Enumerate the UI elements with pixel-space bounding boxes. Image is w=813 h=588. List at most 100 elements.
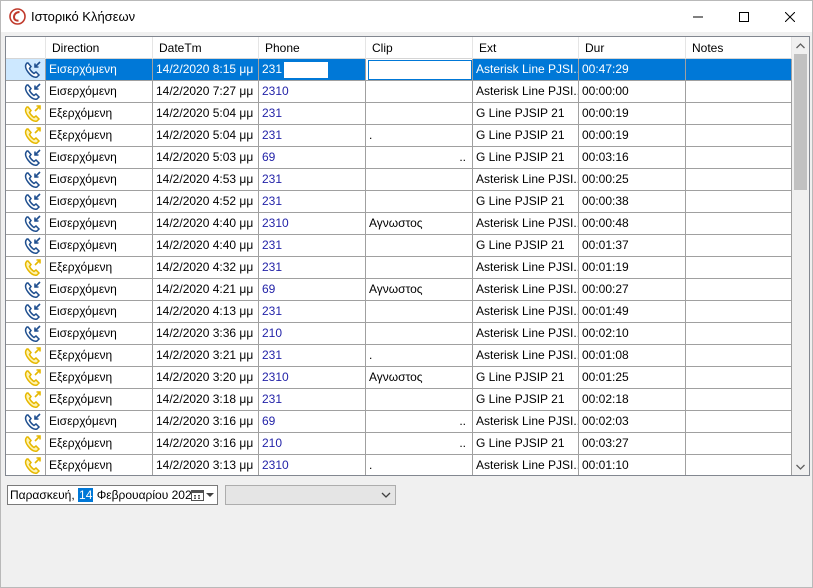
cell-date[interactable]: 14/2/2020 3:20 μμ <box>153 367 259 389</box>
scroll-up-button[interactable] <box>792 37 809 54</box>
table-row[interactable]: Εξερχόμενη 14/2/2020 5:04 μμ 231 G Line PJS… <box>6 103 792 125</box>
cell-date[interactable]: 14/2/2020 5:04 μμ <box>153 103 259 125</box>
cell-date[interactable]: 14/2/2020 5:04 μμ <box>153 125 259 147</box>
cell-date[interactable]: 14/2/2020 7:27 μμ <box>153 81 259 103</box>
row-direction-icon-cell[interactable] <box>6 301 46 323</box>
table-row[interactable]: Εισερχόμενη 14/2/2020 8:15 μμ 231 Asterisk … <box>6 59 792 81</box>
row-direction-icon-cell[interactable] <box>6 433 46 455</box>
cell-clip[interactable] <box>366 257 473 279</box>
vertical-scrollbar[interactable] <box>792 37 809 475</box>
header-ext[interactable]: Ext <box>473 37 579 59</box>
cell-ext[interactable]: Asterisk Line PJSI... <box>473 455 579 475</box>
cell-phone[interactable]: 231 <box>259 389 366 411</box>
cell-clip[interactable]: .. <box>366 147 473 169</box>
header-dur[interactable]: Dur <box>579 37 686 59</box>
cell-notes[interactable] <box>686 125 792 147</box>
cell-dur[interactable]: 00:01:19 <box>579 257 686 279</box>
cell-direction[interactable]: Εισερχόμενη <box>46 169 153 191</box>
cell-direction[interactable]: Εξερχόμενη <box>46 125 153 147</box>
cell-clip[interactable] <box>366 323 473 345</box>
row-direction-icon-cell[interactable] <box>6 279 46 301</box>
row-direction-icon-cell[interactable] <box>6 389 46 411</box>
header-icon-column[interactable] <box>6 37 46 59</box>
cell-dur[interactable]: 00:00:25 <box>579 169 686 191</box>
date-month-year[interactable]: Φεβρουαρίου 2020 <box>93 488 199 502</box>
table-row[interactable]: Εισερχόμενη 14/2/2020 4:21 μμ 69 Αγνωστος As… <box>6 279 792 301</box>
table-row[interactable]: Εξερχόμενη 14/2/2020 3:18 μμ 231 G Line PJS… <box>6 389 792 411</box>
cell-date[interactable]: 14/2/2020 4:32 μμ <box>153 257 259 279</box>
cell-notes[interactable] <box>686 455 792 475</box>
row-direction-icon-cell[interactable] <box>6 191 46 213</box>
cell-dur[interactable]: 00:03:16 <box>579 147 686 169</box>
cell-ext[interactable]: Asterisk Line PJSI... <box>473 411 579 433</box>
cell-date[interactable]: 14/2/2020 3:13 μμ <box>153 455 259 475</box>
cell-date[interactable]: 14/2/2020 3:16 μμ <box>153 411 259 433</box>
cell-date[interactable]: 14/2/2020 3:36 μμ <box>153 323 259 345</box>
cell-date[interactable]: 14/2/2020 3:18 μμ <box>153 389 259 411</box>
clip-edit-field[interactable] <box>368 60 472 80</box>
table-row[interactable]: Εξερχόμενη 14/2/2020 3:16 μμ 210.. G Line P… <box>6 433 792 455</box>
cell-clip[interactable] <box>366 235 473 257</box>
cell-phone[interactable]: 69 <box>259 147 366 169</box>
cell-ext[interactable]: G Line PJSIP 21 <box>473 389 579 411</box>
minimize-button[interactable] <box>675 1 721 32</box>
cell-notes[interactable] <box>686 411 792 433</box>
cell-direction[interactable]: Εισερχόμενη <box>46 81 153 103</box>
cell-clip[interactable] <box>366 169 473 191</box>
cell-notes[interactable] <box>686 213 792 235</box>
cell-clip[interactable] <box>366 103 473 125</box>
cell-direction[interactable]: Εξερχόμενη <box>46 389 153 411</box>
cell-phone[interactable]: 2310 <box>259 213 366 235</box>
cell-ext[interactable]: G Line PJSIP 21 <box>473 433 579 455</box>
cell-direction[interactable]: Εισερχόμενη <box>46 59 153 81</box>
cell-notes[interactable] <box>686 147 792 169</box>
cell-notes[interactable] <box>686 191 792 213</box>
cell-ext[interactable]: Asterisk Line PJSI... <box>473 279 579 301</box>
filter-combobox[interactable] <box>225 485 396 505</box>
row-direction-icon-cell[interactable] <box>6 411 46 433</box>
cell-notes[interactable] <box>686 323 792 345</box>
header-datetm[interactable]: DateTm <box>153 37 259 59</box>
table-row[interactable]: Εξερχόμενη 14/2/2020 4:32 μμ 231 Asterisk L… <box>6 257 792 279</box>
row-direction-icon-cell[interactable] <box>6 455 46 475</box>
cell-clip[interactable]: Αγνωστος <box>366 367 473 389</box>
cell-phone[interactable]: 231 <box>259 191 366 213</box>
date-day[interactable]: 14 <box>78 488 94 502</box>
cell-phone[interactable]: 2310 <box>259 367 366 389</box>
cell-ext[interactable]: Asterisk Line PJSI... <box>473 345 579 367</box>
cell-phone[interactable]: 231 <box>259 235 366 257</box>
cell-clip[interactable] <box>366 301 473 323</box>
cell-phone[interactable]: 210 <box>259 323 366 345</box>
cell-direction[interactable]: Εισερχόμενη <box>46 411 153 433</box>
cell-date[interactable]: 14/2/2020 3:16 μμ <box>153 433 259 455</box>
cell-direction[interactable]: Εισερχόμενη <box>46 147 153 169</box>
cell-ext[interactable]: G Line PJSIP 21 <box>473 235 579 257</box>
table-row[interactable]: Εισερχόμενη 14/2/2020 4:52 μμ 231 G Line PJ… <box>6 191 792 213</box>
cell-phone[interactable]: 231 <box>259 59 366 81</box>
table-row[interactable]: Εισερχόμενη 14/2/2020 4:13 μμ 231 Asterisk … <box>6 301 792 323</box>
cell-direction[interactable]: Εξερχόμενη <box>46 257 153 279</box>
header-phone[interactable]: Phone <box>259 37 366 59</box>
cell-dur[interactable]: 00:02:03 <box>579 411 686 433</box>
cell-phone[interactable]: 231 <box>259 103 366 125</box>
title-bar[interactable]: Ιστορικό Κλήσεων <box>1 1 812 32</box>
table-row[interactable]: Εισερχόμενη 14/2/2020 3:36 μμ 210 Asterisk … <box>6 323 792 345</box>
cell-ext[interactable]: G Line PJSIP 21 <box>473 191 579 213</box>
cell-clip[interactable]: . <box>366 125 473 147</box>
cell-date[interactable]: 14/2/2020 8:15 μμ <box>153 59 259 81</box>
cell-notes[interactable] <box>686 433 792 455</box>
cell-dur[interactable]: 00:00:00 <box>579 81 686 103</box>
row-direction-icon-cell[interactable] <box>6 345 46 367</box>
row-direction-icon-cell[interactable] <box>6 59 46 81</box>
cell-phone[interactable]: 231 <box>259 301 366 323</box>
cell-notes[interactable] <box>686 257 792 279</box>
call-history-grid[interactable]: Direction DateTm Phone Clip Ext Dur Notes Εισε… <box>5 36 810 476</box>
calendar-dropdown-button[interactable] <box>191 487 215 503</box>
scroll-down-button[interactable] <box>792 458 809 475</box>
cell-phone[interactable]: 231 <box>259 345 366 367</box>
cell-date[interactable]: 14/2/2020 4:21 μμ <box>153 279 259 301</box>
cell-ext[interactable]: Asterisk Line PJSI... <box>473 301 579 323</box>
cell-notes[interactable] <box>686 279 792 301</box>
cell-direction[interactable]: Εξερχόμενη <box>46 455 153 475</box>
table-row[interactable]: Εξερχόμενη 14/2/2020 5:04 μμ 231. G Line PJ… <box>6 125 792 147</box>
